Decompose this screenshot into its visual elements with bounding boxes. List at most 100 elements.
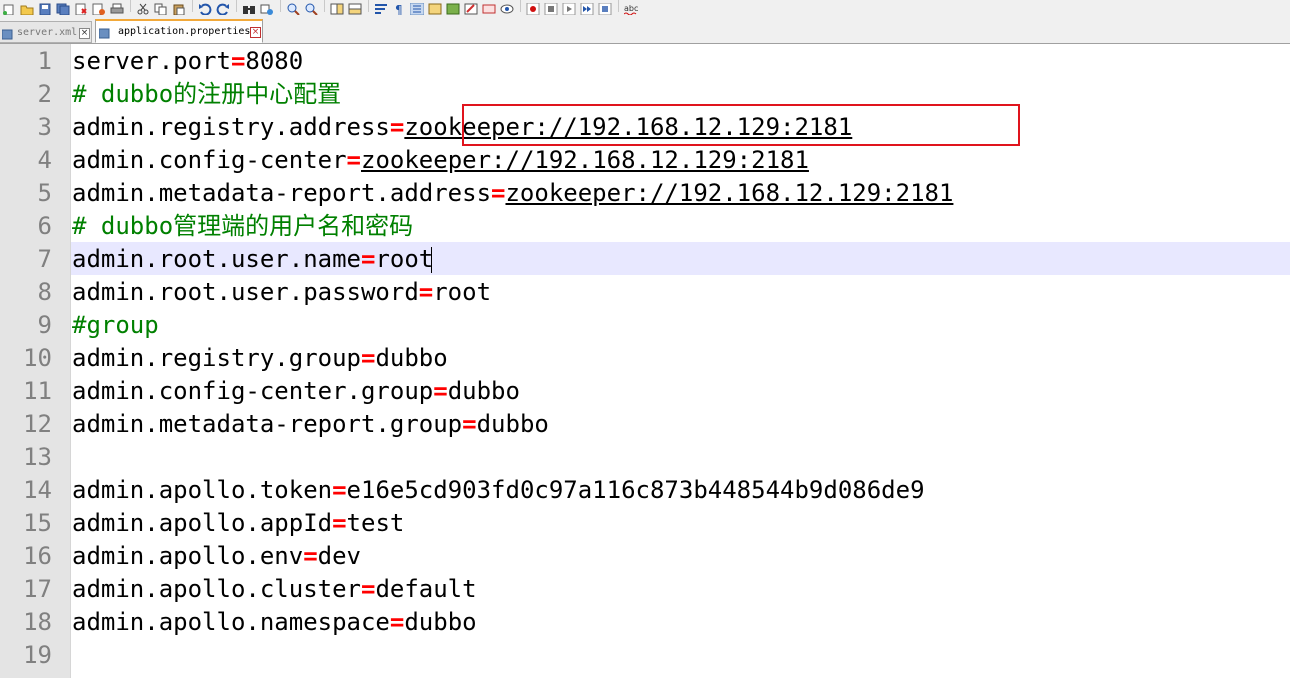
save-icon[interactable] (38, 0, 52, 16)
zoom-in-icon[interactable] (286, 0, 300, 16)
property-key: server.port (72, 47, 231, 75)
file-icon (98, 26, 110, 39)
paste-icon[interactable] (172, 0, 186, 16)
property-key: admin.root.user.name (72, 245, 361, 273)
toolbar-separator (280, 0, 281, 12)
code-line[interactable]: server.port=8080 (72, 45, 303, 78)
property-key: admin.config-center (72, 146, 347, 174)
code-editor[interactable]: 1 2 3 4 5 6 7 8 9 10 11 12 13 14 15 16 17 18 19 server.por… (0, 44, 1290, 678)
show-all-chars-icon[interactable]: ¶ (392, 0, 406, 16)
equals-operator: = (332, 509, 347, 537)
eye-icon[interactable] (500, 0, 514, 14)
macro-stop-icon[interactable] (544, 0, 558, 16)
indent-guide-icon[interactable] (409, 0, 425, 16)
zoom-out-icon[interactable] (304, 0, 318, 16)
close-icon[interactable] (74, 0, 88, 16)
sync-vertical-icon[interactable] (330, 0, 344, 15)
save-all-icon[interactable] (56, 0, 70, 16)
equals-operator: = (491, 179, 506, 207)
property-key: admin.apollo.appId (72, 509, 333, 537)
code-line[interactable]: admin.metadata-report.address=zookeeper:… (72, 177, 953, 210)
tab-server-xml[interactable]: server.xml × (0, 21, 92, 43)
equals-operator: = (230, 47, 246, 75)
property-value: dev (317, 542, 361, 570)
line-number: 14 (23, 476, 52, 504)
toolbar-separator (130, 0, 131, 12)
tab-label: application.properties (118, 26, 251, 37)
open-file-icon[interactable] (20, 0, 34, 16)
line-number: 16 (23, 542, 52, 570)
property-key: admin.apollo.token (72, 476, 333, 504)
new-file-icon[interactable] (2, 0, 16, 16)
file-icon (1, 27, 13, 40)
copy-icon[interactable] (154, 0, 168, 16)
property-value: e16e5cd903fd0c97a116c873b448544b9d086de9 (346, 476, 925, 504)
macro-play-icon[interactable] (562, 0, 576, 16)
sync-horizontal-icon[interactable] (348, 0, 362, 15)
equals-operator: = (360, 344, 376, 372)
line-number: 13 (23, 443, 52, 471)
document-map-icon[interactable] (428, 0, 442, 15)
equals-operator: = (389, 113, 405, 141)
property-value: dubbo (476, 410, 549, 438)
line-number: 6 (37, 212, 52, 240)
code-line[interactable]: admin.apollo.env=dev (72, 540, 361, 573)
equals-operator: = (418, 278, 434, 306)
code-line[interactable]: admin.config-center.group=dubbo (72, 375, 520, 408)
undo-icon[interactable] (198, 0, 212, 16)
equals-operator: = (433, 377, 448, 405)
redo-icon[interactable] (216, 0, 230, 16)
code-line[interactable]: admin.apollo.token=e16e5cd903fd0c97a116c… (72, 474, 925, 507)
code-line[interactable]: admin.config-center=zookeeper://192.168.… (72, 144, 809, 177)
comment-line[interactable]: # dubbo管理端的用户名和密码 (72, 210, 413, 243)
code-line[interactable]: admin.root.user.name=root (72, 243, 433, 276)
close-tab-icon[interactable]: × (79, 28, 90, 39)
line-number: 2 (37, 80, 52, 108)
equals-operator: = (462, 410, 477, 438)
code-line[interactable]: admin.apollo.cluster=default (72, 573, 477, 606)
equals-operator: = (389, 608, 405, 636)
tab-label: server.xml (17, 27, 78, 38)
property-key: admin.metadata-report.group (72, 410, 463, 438)
code-line[interactable]: admin.root.user.password=root (72, 276, 491, 309)
tab-application-properties[interactable]: application.properties × (95, 19, 263, 43)
property-key: admin.apollo.env (72, 542, 304, 570)
toolbar-separator (236, 0, 237, 12)
print-icon[interactable] (110, 0, 124, 14)
macro-save-icon[interactable] (598, 0, 612, 16)
cut-icon[interactable] (136, 0, 150, 15)
equals-operator: = (360, 575, 376, 603)
highlight-annotation-box (462, 104, 1020, 146)
property-key: admin.registry.group (72, 344, 361, 372)
find-icon[interactable] (242, 0, 256, 14)
replace-icon[interactable] (260, 0, 274, 15)
property-key: admin.root.user.password (72, 278, 419, 306)
code-line[interactable]: admin.metadata-report.group=dubbo (72, 408, 549, 441)
toolbar-separator (618, 0, 619, 12)
code-line[interactable]: admin.apollo.appId=test (72, 507, 404, 540)
line-number: 12 (23, 410, 52, 438)
property-url-value[interactable]: zookeeper://192.168.12.129:2181 (361, 146, 809, 174)
code-line[interactable]: admin.apollo.namespace=dubbo (72, 606, 477, 639)
close-all-icon[interactable] (92, 0, 106, 16)
property-url-value[interactable]: zookeeper://192.168.12.129:2181 (505, 179, 953, 207)
spell-check-icon[interactable]: abc (623, 0, 638, 16)
line-number: 5 (37, 179, 52, 207)
comment-line[interactable]: #group (72, 309, 159, 342)
macro-run-multiple-icon[interactable] (580, 0, 594, 16)
monitor-icon[interactable] (482, 0, 496, 14)
property-key: admin.apollo.cluster (72, 575, 361, 603)
comment-line[interactable]: # dubbo的注册中心配置 (72, 78, 341, 111)
equals-operator: = (332, 476, 347, 504)
property-value: root (375, 245, 434, 273)
code-line[interactable]: admin.registry.group=dubbo (72, 342, 448, 375)
function-list-icon[interactable] (446, 0, 460, 15)
folder-workspace-icon[interactable] (464, 0, 478, 15)
line-number: 15 (23, 509, 52, 537)
macro-record-icon[interactable] (526, 0, 540, 16)
property-value: dubbo (404, 608, 477, 636)
word-wrap-icon[interactable] (374, 0, 388, 14)
toolbar-separator (324, 0, 325, 12)
property-value: root (433, 278, 492, 306)
close-tab-icon[interactable]: × (250, 27, 261, 38)
